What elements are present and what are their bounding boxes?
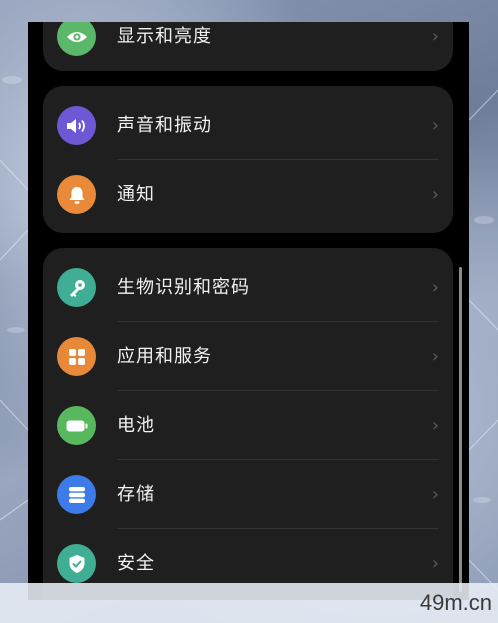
settings-item-notifications[interactable]: 通知 › (43, 160, 453, 229)
apps-grid-icon (57, 337, 96, 376)
chevron-right-icon: › (431, 184, 439, 205)
settings-item-storage[interactable]: 存储 › (43, 460, 453, 529)
settings-item-apps-services[interactable]: 应用和服务 › (43, 322, 453, 391)
chevron-right-icon: › (431, 415, 439, 436)
settings-item-label: 电池 (117, 415, 155, 436)
settings-item-label: 显示和亮度 (117, 26, 212, 47)
battery-icon (57, 406, 96, 445)
settings-screen: 显示和亮度 › 声音和振动 › 通知 › 生物识别和密码 › 应用和服务 › 电… (28, 22, 469, 600)
settings-item-sound-vibration[interactable]: 声音和振动 › (43, 91, 453, 160)
chevron-right-icon: › (431, 26, 439, 47)
settings-item-display-brightness[interactable]: 显示和亮度 › (43, 22, 453, 71)
chevron-right-icon: › (431, 346, 439, 367)
settings-item-label: 通知 (117, 184, 155, 205)
settings-item-battery[interactable]: 电池 › (43, 391, 453, 460)
settings-item-label: 存储 (117, 484, 155, 505)
eye-icon (57, 22, 96, 56)
watermark-banner: 49m.cn (0, 583, 498, 623)
chevron-right-icon: › (431, 277, 439, 298)
settings-item-label: 声音和振动 (117, 115, 212, 136)
settings-item-label: 应用和服务 (117, 346, 212, 367)
shield-check-icon (57, 544, 96, 583)
chevron-right-icon: › (431, 115, 439, 136)
bell-icon (57, 175, 96, 214)
chevron-right-icon: › (431, 484, 439, 505)
speaker-icon (57, 106, 96, 145)
scrollbar[interactable] (459, 267, 462, 592)
settings-group-display: 显示和亮度 › (43, 22, 453, 71)
settings-item-biometrics-password[interactable]: 生物识别和密码 › (43, 253, 453, 322)
settings-group-sound-notifications: 声音和振动 › 通知 › (43, 86, 453, 233)
key-icon (57, 268, 96, 307)
storage-icon (57, 475, 96, 514)
settings-group-system: 生物识别和密码 › 应用和服务 › 电池 › 存储 › 安全 › (43, 248, 453, 600)
watermark-text: 49m.cn (419, 590, 492, 615)
settings-item-label: 生物识别和密码 (117, 277, 250, 298)
